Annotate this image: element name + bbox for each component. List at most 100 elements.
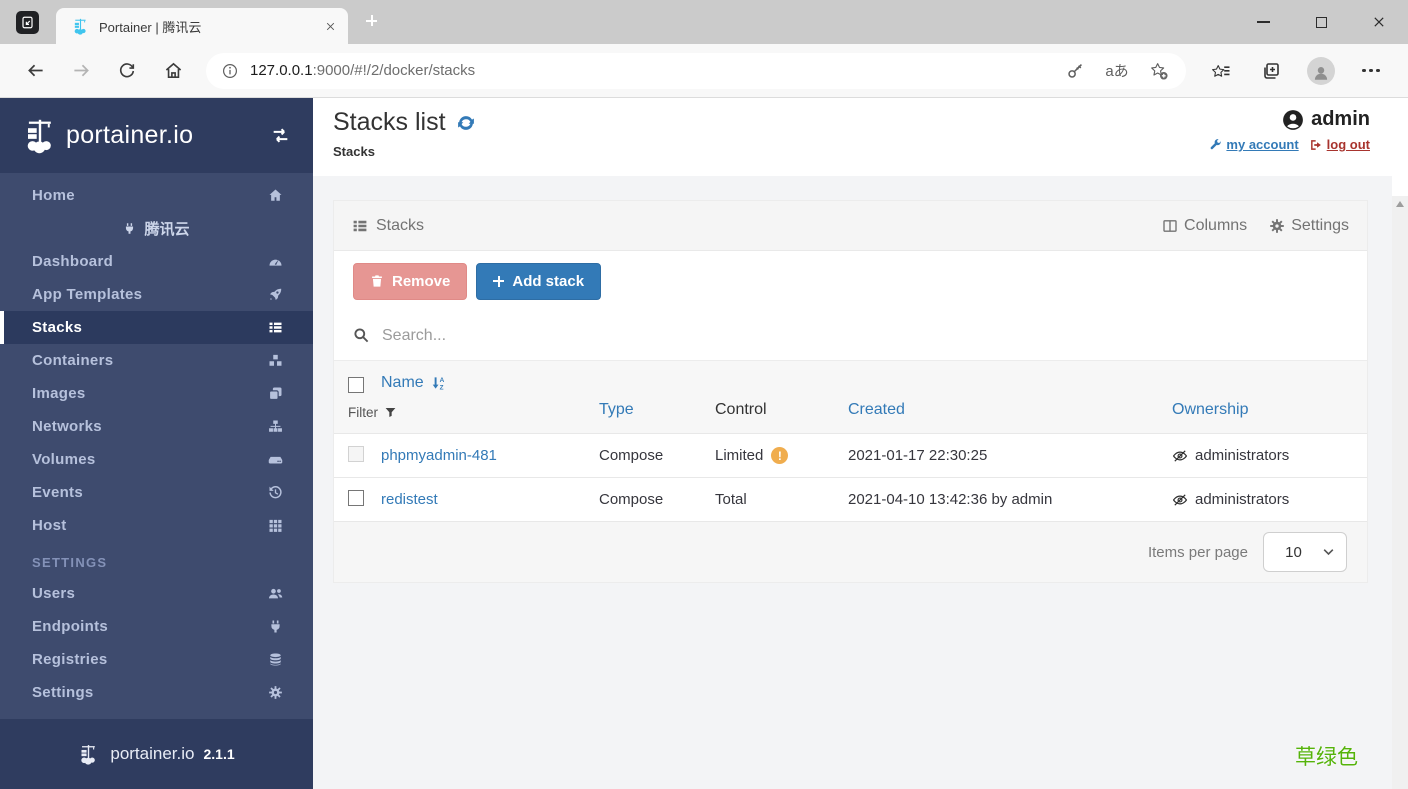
browser-app-icon[interactable] — [16, 11, 39, 34]
username: admin — [1311, 108, 1370, 130]
minimize-button[interactable] — [1234, 0, 1292, 44]
sidebar-footer: portainer.io 2.1.1 — [0, 719, 313, 789]
profile-avatar[interactable] — [1296, 51, 1346, 91]
cubes-icon — [268, 353, 283, 368]
main-content: Stacks list Stacks admin my account log … — [313, 98, 1392, 789]
trash-icon — [370, 274, 384, 288]
sidebar-item-home[interactable]: Home — [0, 179, 313, 212]
favorites-bar-icon[interactable] — [1196, 51, 1246, 91]
hdd-icon — [268, 452, 283, 467]
stack-ownership: administrators — [1195, 447, 1290, 464]
plus-icon — [493, 275, 505, 287]
row-checkbox — [348, 445, 364, 462]
sidebar-item-label: Endpoints — [32, 618, 109, 635]
remove-button[interactable]: Remove — [353, 262, 468, 300]
filter-control[interactable]: Filter — [348, 405, 397, 420]
sidebar-logo[interactable]: portainer.io — [0, 98, 313, 173]
tab-close-icon[interactable] — [325, 21, 336, 32]
endpoint-name: 腾讯云 — [144, 221, 190, 238]
stack-ownership: administrators — [1195, 491, 1290, 508]
list-icon — [352, 218, 368, 234]
sidebar-item-label: Host — [32, 517, 67, 534]
sidebar-collapse-icon[interactable] — [270, 125, 291, 146]
table-settings-button[interactable]: Settings — [1269, 217, 1349, 235]
stack-name-link[interactable]: redistest — [381, 491, 599, 508]
search-row — [334, 311, 1367, 361]
back-icon[interactable] — [12, 51, 58, 91]
sidebar-item-app-templates[interactable]: App Templates — [0, 278, 313, 311]
stacks-panel: Stacks Columns Settings Remove Add stack… — [333, 200, 1368, 583]
url-text[interactable]: 127.0.0.1:9000/#!/2/docker/stacks — [250, 62, 475, 79]
stack-name-link[interactable]: phpmyadmin-481 — [381, 447, 599, 464]
sidebar-item-volumes[interactable]: Volumes — [0, 443, 313, 476]
address-bar[interactable]: 127.0.0.1:9000/#!/2/docker/stacks aあ — [206, 52, 1186, 89]
my-account-link[interactable]: my account — [1209, 137, 1299, 152]
refresh-icon[interactable] — [456, 113, 476, 133]
stack-control: Total — [715, 491, 747, 508]
reload-icon[interactable] — [104, 51, 150, 91]
maximize-button[interactable] — [1292, 0, 1350, 44]
sidebar-item-settings[interactable]: Settings — [0, 676, 313, 709]
sidebar-item-label: Home — [32, 187, 75, 204]
sidebar-item-label: Images — [32, 385, 86, 402]
columns-button[interactable]: Columns — [1162, 217, 1247, 235]
log-out-link[interactable]: log out — [1309, 137, 1370, 152]
tab-favicon-portainer — [72, 18, 89, 35]
warning-icon — [771, 447, 789, 464]
sidebar-item-networks[interactable]: Networks — [0, 410, 313, 443]
sidebar-item-dashboard[interactable]: Dashboard — [0, 245, 313, 278]
cogs-icon — [268, 685, 283, 700]
select-all-checkbox[interactable] — [348, 377, 364, 393]
column-header-type[interactable]: Type — [599, 401, 634, 419]
url-path: :9000/#!/2/docker/stacks — [312, 62, 476, 79]
settings-label: Settings — [1291, 216, 1349, 234]
portainer-logo-icon — [22, 118, 58, 154]
table-footer: Items per page 10 — [334, 521, 1367, 582]
collections-icon[interactable] — [1246, 51, 1296, 91]
home-icon — [268, 188, 283, 203]
browser-menu-icon[interactable] — [1346, 51, 1396, 91]
sidebar-item-stacks[interactable]: Stacks — [0, 311, 313, 344]
stack-created: 2021-01-17 22:30:25 — [848, 447, 988, 464]
user-block: admin my account log out — [1209, 108, 1370, 176]
scroll-up-icon[interactable] — [1396, 201, 1404, 207]
search-input[interactable] — [382, 326, 802, 345]
stack-created: 2021-04-10 13:42:36 by admin — [848, 491, 1053, 508]
sidebar-item-events[interactable]: Events — [0, 476, 313, 509]
table-row: phpmyadmin-481 Compose Limited 2021-01-1… — [334, 433, 1367, 477]
sidebar-item-host[interactable]: Host — [0, 509, 313, 542]
sign-out-icon — [1309, 138, 1323, 152]
tab-title: Portainer | 腾讯云 — [99, 19, 202, 35]
site-info-icon[interactable] — [222, 63, 238, 79]
wrench-icon — [1209, 138, 1222, 151]
browser-home-icon[interactable] — [150, 51, 196, 91]
chevron-down-icon — [1323, 548, 1334, 556]
column-header-created[interactable]: Created — [848, 401, 905, 419]
new-tab-button[interactable] — [366, 15, 380, 29]
sidebar-item-endpoints[interactable]: Endpoints — [0, 610, 313, 643]
sidebar-item-users[interactable]: Users — [0, 577, 313, 610]
translate-icon[interactable]: aあ — [1096, 55, 1138, 87]
sidebar-item-registries[interactable]: Registries — [0, 643, 313, 676]
column-header-name[interactable]: Name — [381, 374, 446, 392]
column-header-ownership[interactable]: Ownership — [1172, 401, 1248, 419]
column-header-control: Control — [715, 401, 767, 418]
browser-tab[interactable]: Portainer | 腾讯云 — [56, 8, 348, 44]
sidebar-endpoint[interactable]: 腾讯云 — [0, 212, 313, 245]
sidebar-item-images[interactable]: Images — [0, 377, 313, 410]
add-stack-button[interactable]: Add stack — [476, 262, 602, 300]
items-per-page-select[interactable]: 10 — [1263, 532, 1347, 572]
row-checkbox[interactable] — [348, 489, 364, 506]
add-favorite-icon[interactable] — [1138, 55, 1180, 87]
log-out-label: log out — [1326, 137, 1370, 152]
browser-titlebar: Portainer | 腾讯云 — [0, 0, 1408, 44]
page-scrollbar[interactable] — [1392, 196, 1408, 789]
sidebar-item-containers[interactable]: Containers — [0, 344, 313, 377]
close-button[interactable] — [1350, 0, 1408, 44]
browser-toolbar: 127.0.0.1:9000/#!/2/docker/stacks aあ — [0, 44, 1408, 98]
remove-label: Remove — [392, 272, 451, 290]
forward-icon[interactable] — [58, 51, 104, 91]
plug-icon — [123, 222, 136, 235]
table-actions: Remove Add stack — [334, 251, 1367, 311]
password-key-icon[interactable] — [1054, 55, 1096, 87]
